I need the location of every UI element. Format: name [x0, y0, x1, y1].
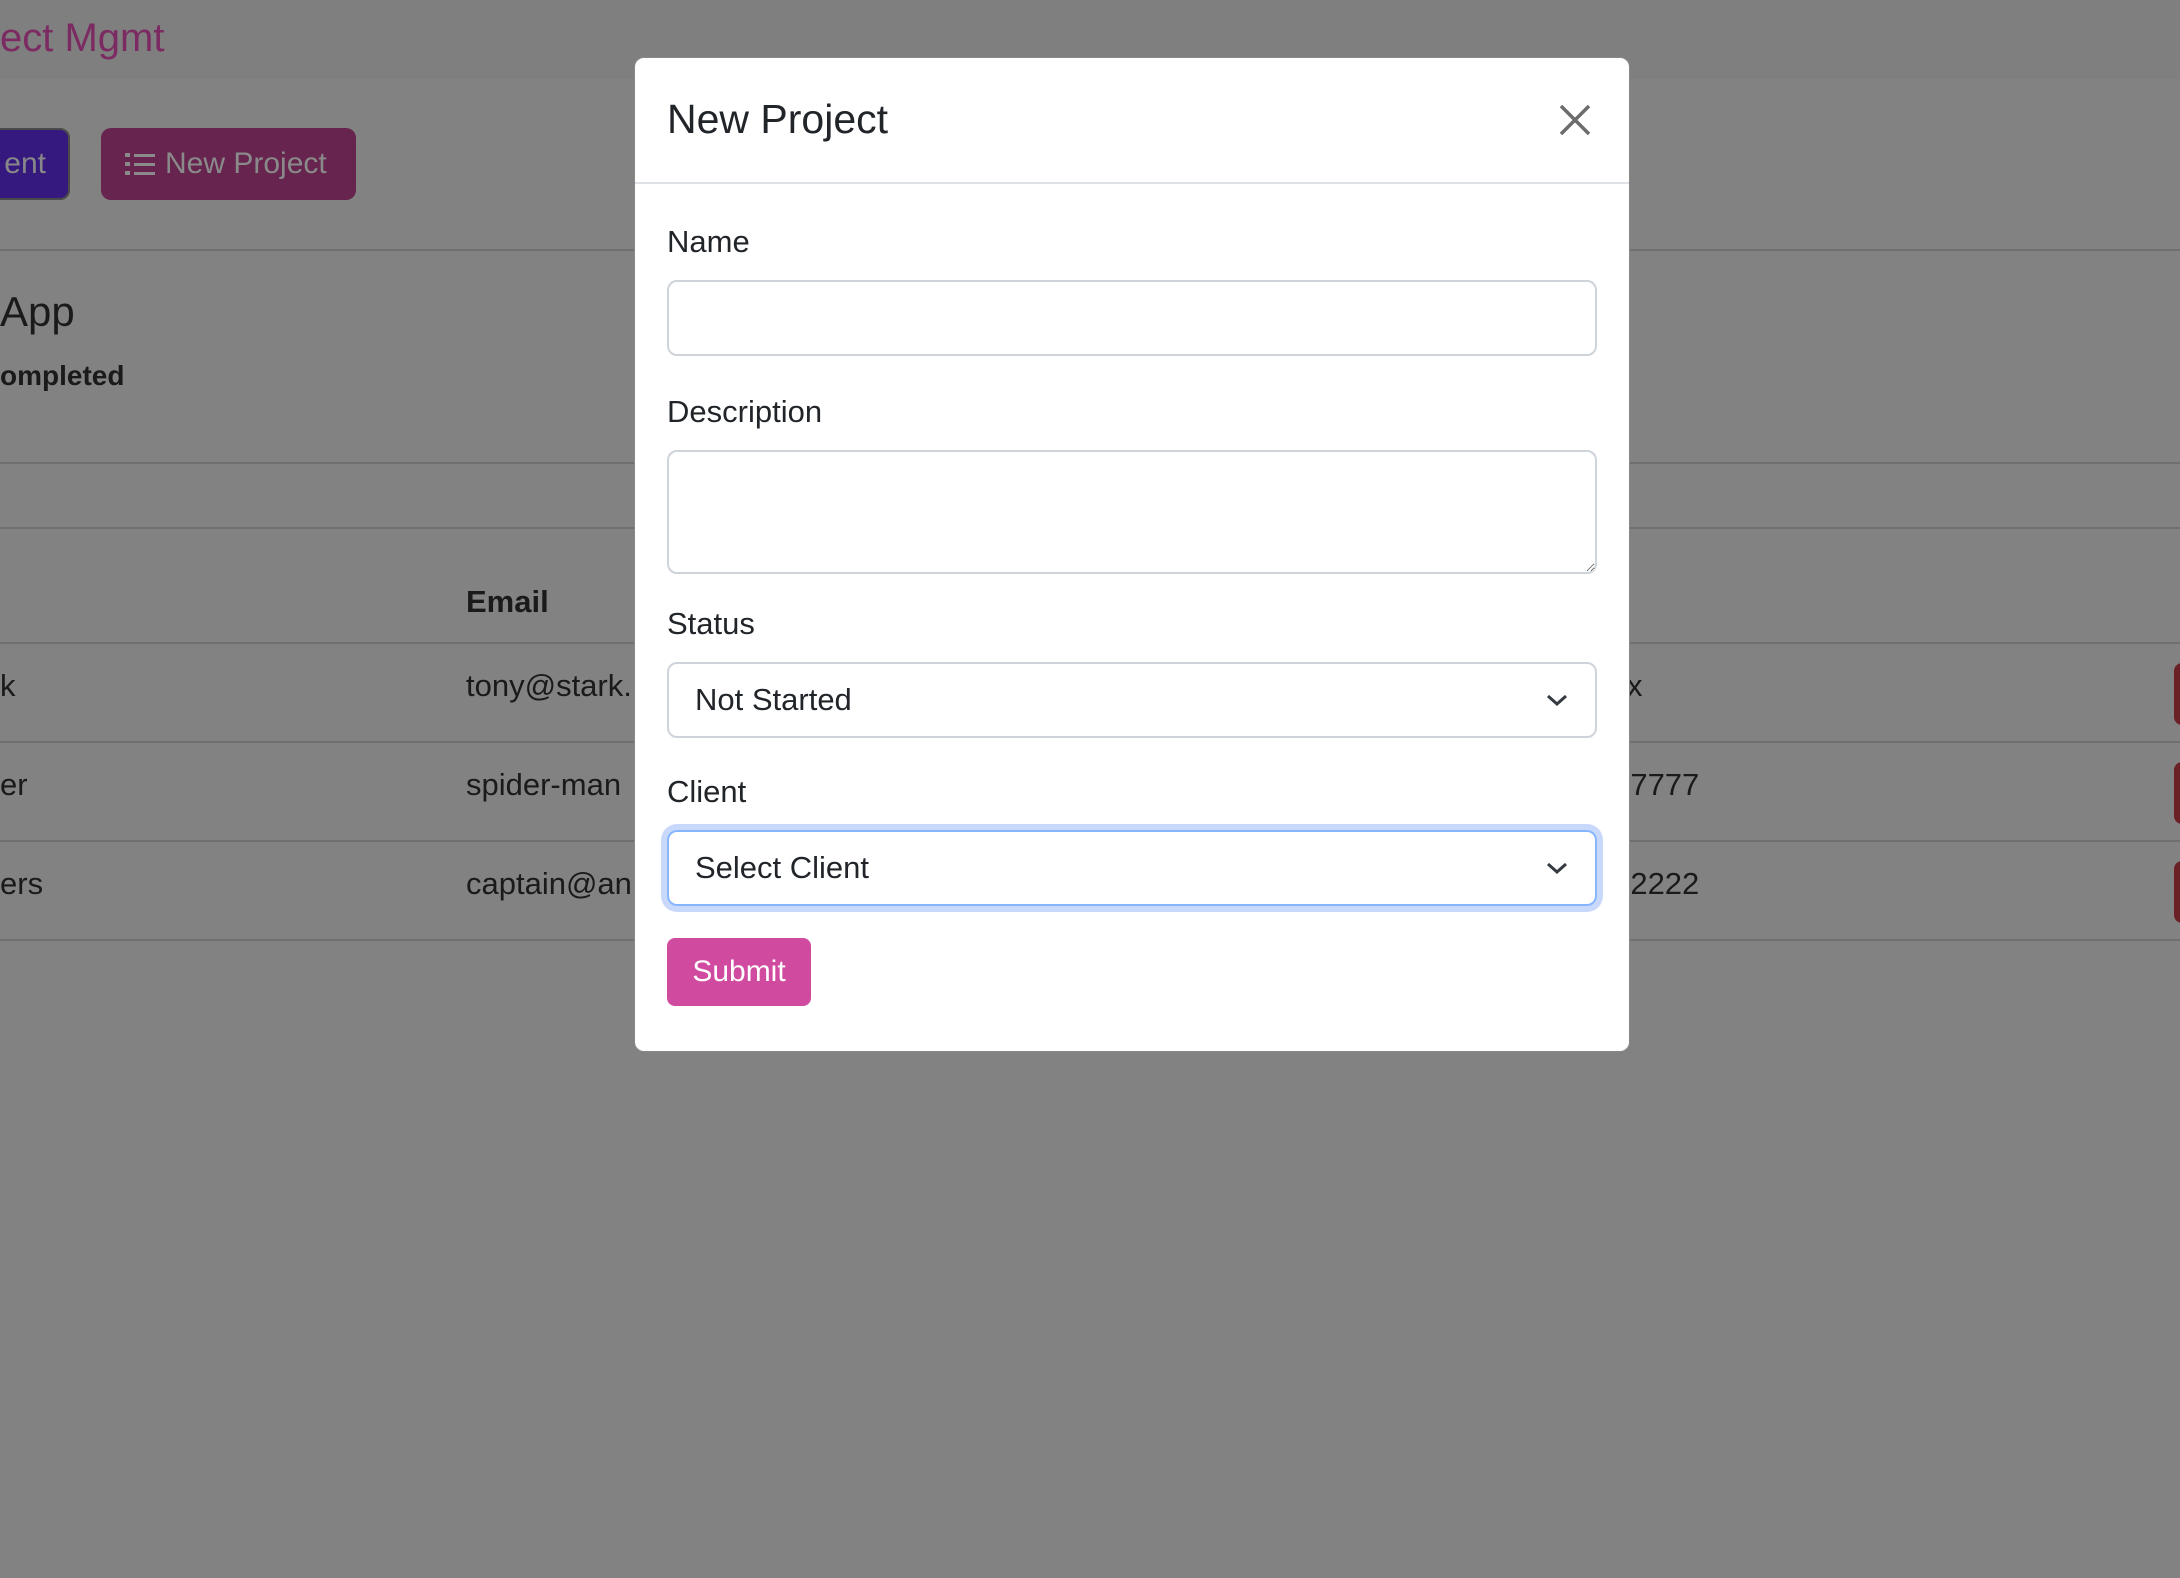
status-selected-value: Not Started	[695, 682, 852, 717]
project-card-title: App	[0, 288, 75, 335]
name-label: Name	[667, 224, 750, 259]
cell-name: k	[0, 668, 16, 703]
cell-phone: -2222	[1620, 866, 1700, 901]
delete-button[interactable]	[2174, 663, 2180, 725]
close-icon[interactable]	[1555, 100, 1595, 140]
name-input[interactable]	[667, 280, 1597, 356]
project-card-status: ompleted	[0, 360, 125, 391]
list-icon	[125, 153, 155, 175]
cell-name: ers	[0, 866, 44, 901]
modal-body: Name Description Status Not Started Clie…	[635, 224, 1629, 1006]
status-label: Status	[667, 606, 755, 641]
modal-title: New Project	[667, 96, 889, 142]
chevron-down-icon	[1547, 694, 1567, 707]
new-project-button[interactable]: New Project	[101, 128, 356, 200]
new-project-label: New Project	[165, 147, 327, 180]
client-select[interactable]: Select Client	[667, 830, 1597, 906]
description-label: Description	[667, 394, 823, 429]
chevron-down-icon	[1547, 862, 1567, 875]
client-label: Client	[667, 774, 747, 809]
status-select[interactable]: Not Started	[667, 662, 1597, 738]
client-selected-value: Select Client	[695, 850, 870, 885]
cell-email: tony@stark.	[466, 668, 632, 703]
brand-title[interactable]: ect Mgmt	[0, 16, 164, 61]
delete-button[interactable]	[2174, 762, 2180, 824]
new-project-modal: New Project Name Description Status Not …	[634, 57, 1630, 1052]
cell-email: captain@an	[466, 866, 632, 901]
cell-phone: -7777	[1620, 767, 1700, 802]
delete-button[interactable]	[2174, 861, 2180, 923]
cell-name: er	[0, 767, 28, 802]
submit-button[interactable]: Submit	[667, 938, 811, 1006]
column-header-email: Email	[466, 584, 549, 619]
description-textarea[interactable]	[667, 450, 1597, 574]
cell-email: spider-man	[466, 767, 622, 802]
add-client-button[interactable]: ent	[0, 128, 70, 200]
modal-header: New Project	[635, 58, 1629, 184]
